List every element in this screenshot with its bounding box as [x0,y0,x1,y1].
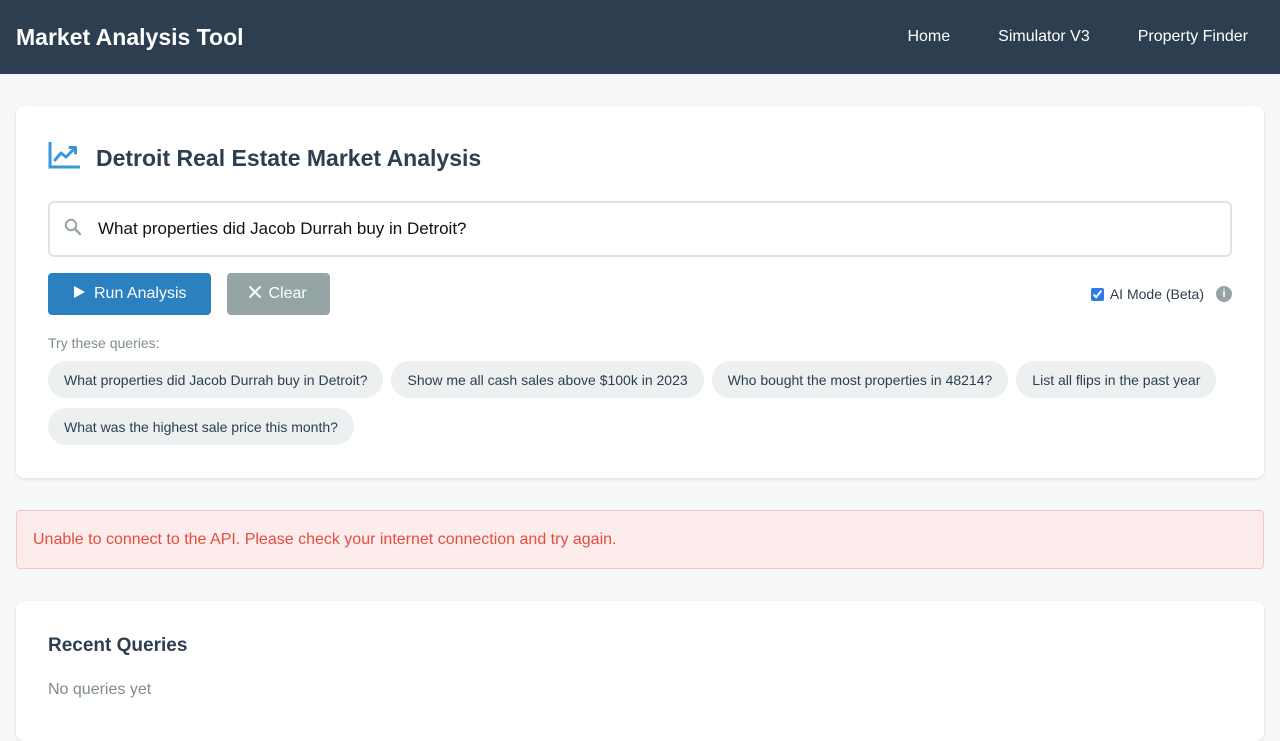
suggestion-chip[interactable]: List all flips in the past year [1016,361,1217,398]
recent-queries-title: Recent Queries [48,635,188,656]
play-icon [72,285,86,304]
suggestions-label: Try these queries: [48,335,160,351]
recent-queries-empty: No queries yet [48,681,152,698]
run-analysis-label: Run Analysis [94,285,187,302]
nav-simulator-link[interactable]: Simulator V3 [998,28,1090,46]
ai-mode-toggle: AI Mode (Beta) i [1090,286,1232,302]
app-title: Market Analysis Tool [16,23,244,50]
ai-mode-label: AI Mode (Beta) [1109,286,1204,302]
suggestion-chip[interactable]: Show me all cash sales above $100k in 20… [391,361,704,398]
suggestion-chip[interactable]: Who bought the most properties in 48214? [711,361,1009,398]
search-box [48,201,1232,257]
page-title: Detroit Real Estate Market Analysis [96,145,482,171]
run-analysis-button[interactable]: Run Analysis [48,273,211,315]
chart-line-icon [48,141,81,175]
suggestion-chips: What properties did Jacob Durrah buy in … [48,361,1232,445]
error-alert: Unable to connect to the API. Please che… [16,510,1264,569]
close-icon [248,285,261,303]
top-navbar: Market Analysis Tool Home Simulator V3 P… [0,0,1280,74]
analysis-heading: Detroit Real Estate Market Analysis [48,141,1232,175]
clear-button[interactable]: Clear [226,273,330,315]
suggestion-chip[interactable]: What was the highest sale price this mon… [48,408,354,445]
analysis-card: Detroit Real Estate Market Analysis Run … [16,106,1264,478]
clear-label: Clear [268,285,307,302]
query-input[interactable] [98,219,1230,239]
ai-mode-checkbox[interactable] [1090,287,1104,301]
action-row: Run Analysis Clear AI Mode (Beta) i [48,273,1232,315]
recent-queries-card: Recent Queries No queries yet [16,601,1264,741]
action-buttons: Run Analysis Clear [48,273,330,315]
suggestion-chip[interactable]: What properties did Jacob Durrah buy in … [48,361,384,398]
info-icon[interactable]: i [1216,286,1232,302]
search-icon [64,218,82,241]
nav-home-link[interactable]: Home [907,28,950,46]
main-nav: Home Simulator V3 Property Finder [907,28,1248,46]
nav-property-finder-link[interactable]: Property Finder [1138,28,1248,46]
